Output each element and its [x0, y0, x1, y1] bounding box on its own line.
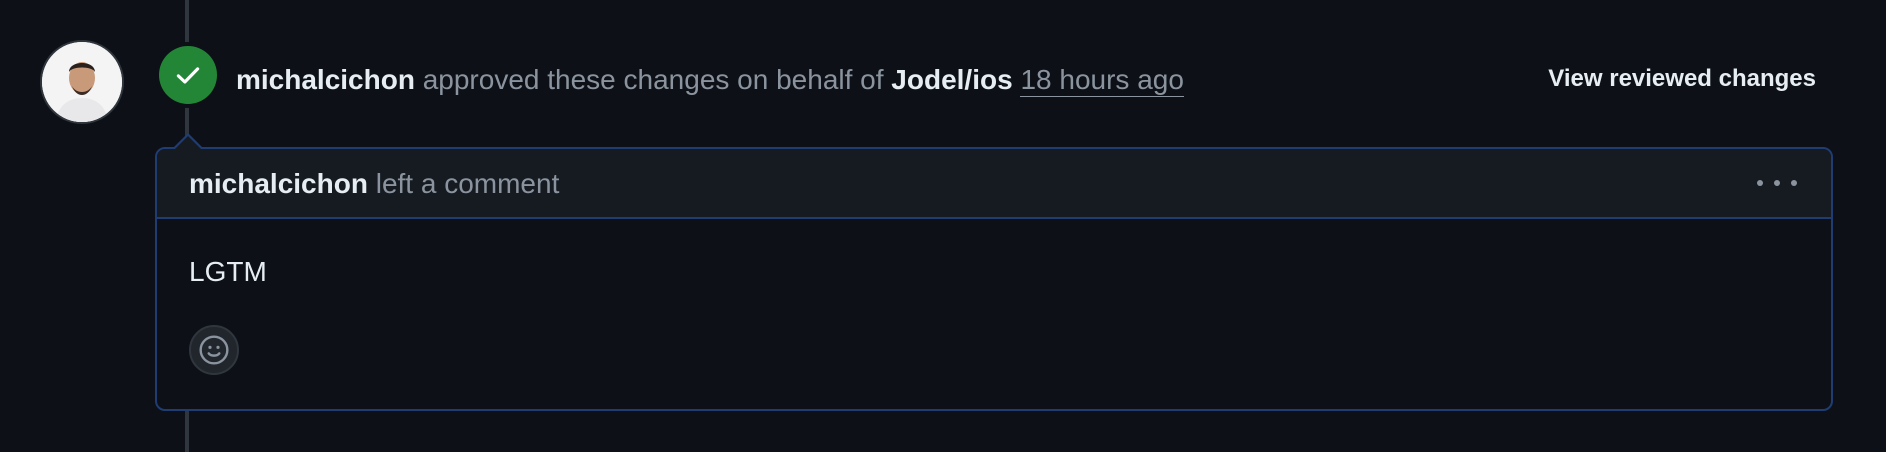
avatar[interactable] — [40, 40, 124, 124]
review-comment-box: michalcichon left a comment LGTM — [155, 147, 1833, 411]
comment-action-text: left a comment — [375, 168, 560, 199]
kebab-horizontal-icon[interactable] — [1757, 169, 1797, 197]
add-reaction-button[interactable] — [189, 325, 239, 375]
review-author-link[interactable]: michalcichon — [236, 64, 415, 95]
comment-header: michalcichon left a comment — [157, 149, 1831, 219]
approved-badge — [159, 46, 217, 104]
comment-caret-inner — [175, 136, 201, 149]
review-action-text: approved these changes on behalf of — [422, 64, 884, 95]
organization-link[interactable]: Jodel/ios — [891, 64, 1012, 95]
dot — [1774, 180, 1780, 186]
smiley-icon — [199, 335, 229, 365]
comment-author-link[interactable]: michalcichon — [189, 168, 368, 199]
dot — [1757, 180, 1763, 186]
view-reviewed-changes-button[interactable]: View reviewed changes — [1548, 62, 1816, 96]
review-summary: michalcichon approved these changes on b… — [236, 60, 1184, 100]
dot — [1791, 180, 1797, 186]
review-timestamp-link[interactable]: 18 hours ago — [1020, 64, 1184, 97]
comment-body: LGTM — [157, 219, 1831, 375]
comment-text: LGTM — [189, 256, 267, 287]
avatar-photo — [42, 42, 122, 122]
check-icon — [176, 67, 200, 84]
comment-header-text: michalcichon left a comment — [189, 165, 559, 203]
